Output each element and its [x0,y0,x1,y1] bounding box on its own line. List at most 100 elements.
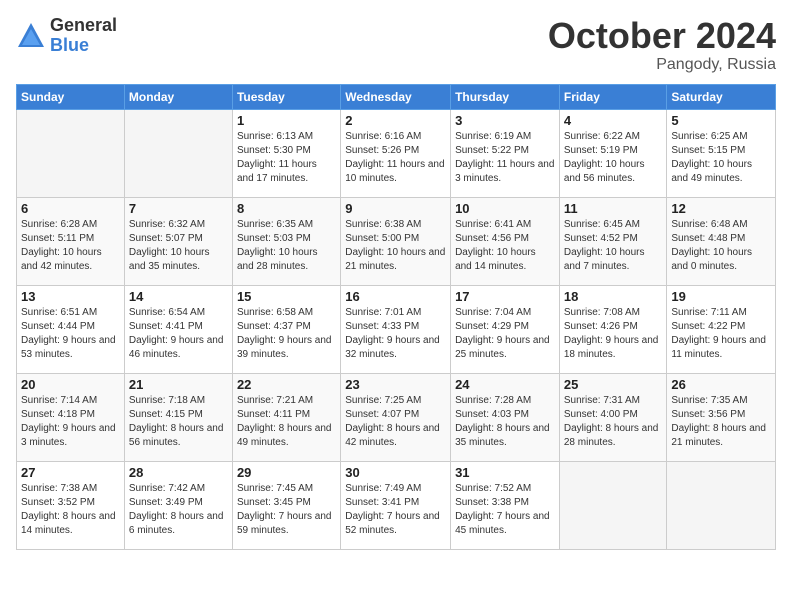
logo-icon [16,21,46,51]
day-number: 14 [129,289,228,304]
cell-0-0 [17,109,125,197]
cell-3-4: 24 Sunrise: 7:28 AMSunset: 4:03 PMDayligh… [451,373,560,461]
cell-1-1: 7Sunrise: 6:32 AMSunset: 5:07 PMDaylight… [124,197,232,285]
day-number: 26 [671,377,771,392]
cell-2-1: 14 Sunrise: 6:54 AMSunset: 4:41 PMDayligh… [124,285,232,373]
day-number: 7 [129,201,228,216]
day-info: Sunrise: 6:45 AMSunset: 4:52 PMDaylight:… [564,218,663,274]
day-info: Sunrise: 7:31 AMSunset: 4:00 PMDaylight:… [564,394,663,450]
day-number: 18 [564,289,663,304]
day-info: Sunrise: 6:41 AMSunset: 4:56 PMDaylight:… [455,218,555,274]
day-info: Sunrise: 6:54 AMSunset: 4:41 PMDaylight:… [129,306,228,362]
col-monday: Monday [124,84,232,109]
day-number: 28 [129,465,228,480]
weekday-row: Sunday Monday Tuesday Wednesday Thursday… [17,84,776,109]
day-info: Sunrise: 7:18 AMSunset: 4:15 PMDaylight:… [129,394,228,450]
logo-blue-text: Blue [50,36,117,56]
week-row-4: 27Sunrise: 7:38 AMSunset: 3:52 PMDayligh… [17,461,776,549]
cell-3-0: 20Sunrise: 7:14 AMSunset: 4:18 PMDayligh… [17,373,125,461]
cell-1-5: 11 Sunrise: 6:45 AMSunset: 4:52 PMDayligh… [559,197,667,285]
day-info: Sunrise: 6:16 AMSunset: 5:26 PMDaylight:… [345,130,446,186]
title-block: October 2024 Pangody, Russia [548,16,776,74]
cell-0-4: 3 Sunrise: 6:19 AMSunset: 5:22 PMDaylight… [451,109,560,197]
day-number: 8 [237,201,336,216]
cell-3-1: 21 Sunrise: 7:18 AMSunset: 4:15 PMDayligh… [124,373,232,461]
cell-2-0: 13Sunrise: 6:51 AMSunset: 4:44 PMDayligh… [17,285,125,373]
day-number: 2 [345,113,446,128]
calendar: Sunday Monday Tuesday Wednesday Thursday… [16,84,776,550]
day-info: Sunrise: 7:21 AMSunset: 4:11 PMDaylight:… [237,394,336,450]
cell-0-3: 2 Sunrise: 6:16 AMSunset: 5:26 PMDaylight… [341,109,451,197]
cell-4-5 [559,461,667,549]
col-sunday: Sunday [17,84,125,109]
cell-4-1: 28Sunrise: 7:42 AMSunset: 3:49 PMDayligh… [124,461,232,549]
cell-2-4: 17 Sunrise: 7:04 AMSunset: 4:29 PMDayligh… [451,285,560,373]
day-number: 20 [21,377,120,392]
day-info: Sunrise: 7:45 AMSunset: 3:45 PMDaylight:… [237,482,336,538]
cell-1-4: 10 Sunrise: 6:41 AMSunset: 4:56 PMDayligh… [451,197,560,285]
cell-3-6: 26 Sunrise: 7:35 AMSunset: 3:56 PMDayligh… [667,373,776,461]
week-row-1: 6 Sunrise: 6:28 AMSunset: 5:11 PMDaylight… [17,197,776,285]
month-title: October 2024 [548,16,776,56]
day-info: Sunrise: 7:11 AMSunset: 4:22 PMDaylight:… [671,306,771,362]
day-number: 13 [21,289,120,304]
day-number: 5 [671,113,771,128]
day-number: 9 [345,201,446,216]
cell-4-4: 31 Sunrise: 7:52 AMSunset: 3:38 PMDayligh… [451,461,560,549]
day-info: Sunrise: 6:22 AMSunset: 5:19 PMDaylight:… [564,130,663,186]
day-number: 31 [455,465,555,480]
cell-4-3: 30 Sunrise: 7:49 AMSunset: 3:41 PMDayligh… [341,461,451,549]
day-number: 25 [564,377,663,392]
cell-0-5: 4Sunrise: 6:22 AMSunset: 5:19 PMDaylight… [559,109,667,197]
day-number: 15 [237,289,336,304]
cell-0-6: 5Sunrise: 6:25 AMSunset: 5:15 PMDaylight… [667,109,776,197]
day-info: Sunrise: 7:25 AMSunset: 4:07 PMDaylight:… [345,394,446,450]
col-wednesday: Wednesday [341,84,451,109]
location: Pangody, Russia [548,56,776,74]
cell-1-3: 9Sunrise: 6:38 AMSunset: 5:00 PMDaylight… [341,197,451,285]
calendar-header: Sunday Monday Tuesday Wednesday Thursday… [17,84,776,109]
day-number: 24 [455,377,555,392]
day-info: Sunrise: 6:28 AMSunset: 5:11 PMDaylight:… [21,218,120,274]
day-info: Sunrise: 7:28 AMSunset: 4:03 PMDaylight:… [455,394,555,450]
day-number: 19 [671,289,771,304]
page: General Blue October 2024 Pangody, Russi… [0,0,792,612]
cell-4-0: 27Sunrise: 7:38 AMSunset: 3:52 PMDayligh… [17,461,125,549]
col-thursday: Thursday [451,84,560,109]
cell-1-6: 12Sunrise: 6:48 AMSunset: 4:48 PMDayligh… [667,197,776,285]
day-info: Sunrise: 6:48 AMSunset: 4:48 PMDaylight:… [671,218,771,274]
col-saturday: Saturday [667,84,776,109]
day-number: 21 [129,377,228,392]
col-friday: Friday [559,84,667,109]
day-number: 17 [455,289,555,304]
day-info: Sunrise: 6:58 AMSunset: 4:37 PMDaylight:… [237,306,336,362]
cell-2-3: 16 Sunrise: 7:01 AMSunset: 4:33 PMDayligh… [341,285,451,373]
day-info: Sunrise: 6:35 AMSunset: 5:03 PMDaylight:… [237,218,336,274]
day-number: 3 [455,113,555,128]
header: General Blue October 2024 Pangody, Russi… [16,16,776,74]
day-number: 16 [345,289,446,304]
day-info: Sunrise: 6:19 AMSunset: 5:22 PMDaylight:… [455,130,555,186]
logo-general-text: General [50,16,117,36]
week-row-0: 1 Sunrise: 6:13 AMSunset: 5:30 PMDaylight… [17,109,776,197]
day-info: Sunrise: 7:49 AMSunset: 3:41 PMDaylight:… [345,482,446,538]
day-number: 10 [455,201,555,216]
cell-2-5: 18Sunrise: 7:08 AMSunset: 4:26 PMDayligh… [559,285,667,373]
cell-3-3: 23Sunrise: 7:25 AMSunset: 4:07 PMDayligh… [341,373,451,461]
day-number: 30 [345,465,446,480]
col-tuesday: Tuesday [232,84,340,109]
day-info: Sunrise: 7:01 AMSunset: 4:33 PMDaylight:… [345,306,446,362]
cell-1-0: 6 Sunrise: 6:28 AMSunset: 5:11 PMDaylight… [17,197,125,285]
week-row-3: 20Sunrise: 7:14 AMSunset: 4:18 PMDayligh… [17,373,776,461]
day-info: Sunrise: 7:35 AMSunset: 3:56 PMDaylight:… [671,394,771,450]
day-number: 22 [237,377,336,392]
day-number: 29 [237,465,336,480]
day-info: Sunrise: 7:52 AMSunset: 3:38 PMDaylight:… [455,482,555,538]
day-number: 11 [564,201,663,216]
cell-2-2: 15 Sunrise: 6:58 AMSunset: 4:37 PMDayligh… [232,285,340,373]
day-info: Sunrise: 6:13 AMSunset: 5:30 PMDaylight:… [237,130,336,186]
day-number: 6 [21,201,120,216]
day-number: 1 [237,113,336,128]
day-info: Sunrise: 7:04 AMSunset: 4:29 PMDaylight:… [455,306,555,362]
cell-3-2: 22 Sunrise: 7:21 AMSunset: 4:11 PMDayligh… [232,373,340,461]
